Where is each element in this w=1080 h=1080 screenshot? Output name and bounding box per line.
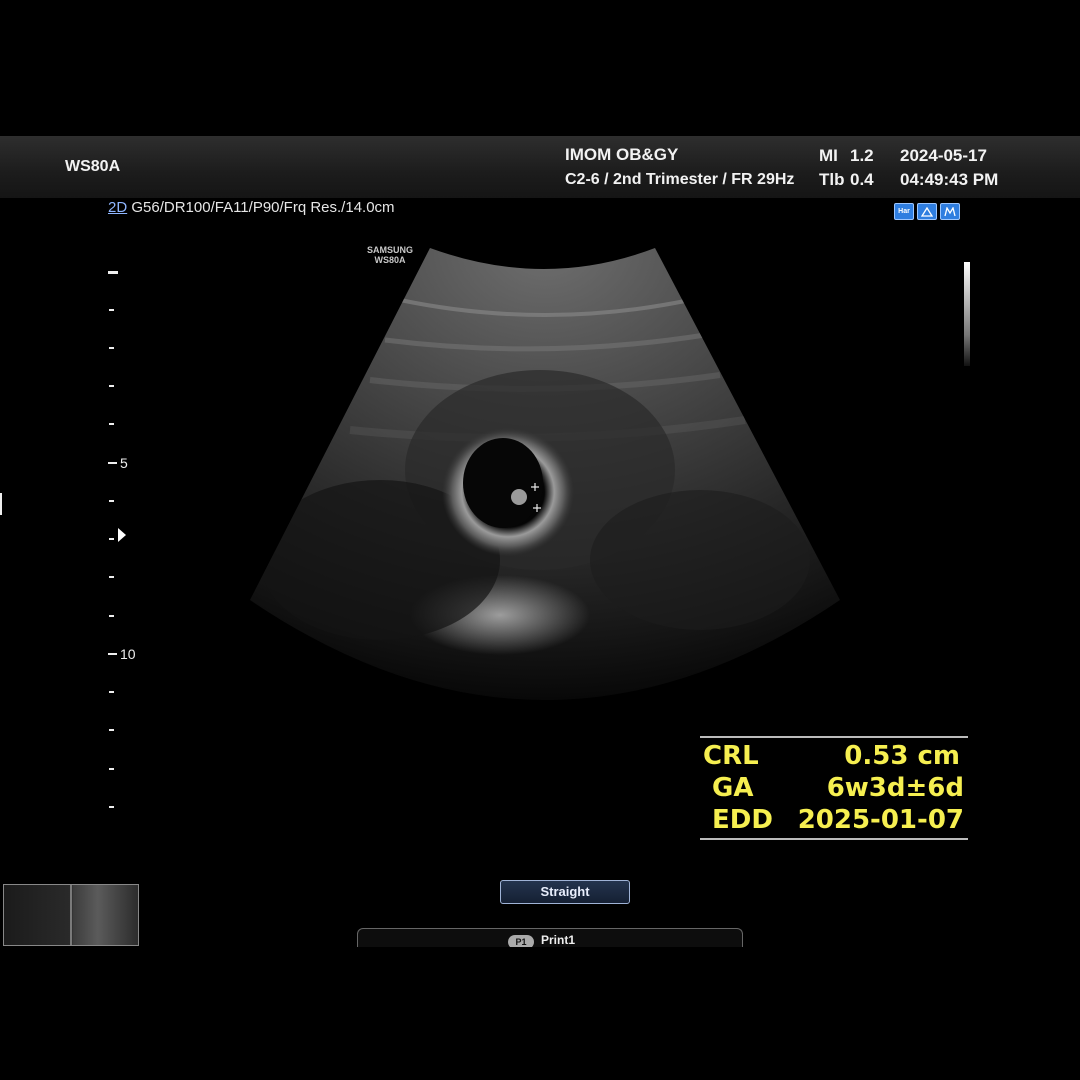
measurement-row-ga: GA 6w3d±6d [700, 773, 968, 805]
crl-value: 0.53 cm [844, 741, 960, 771]
measurement-row-edd: EDD 2025-01-07 [700, 805, 968, 837]
measurement-row-crl: CRL 0.53 cm [700, 741, 968, 773]
grayscale-bar [964, 262, 970, 366]
embryo-echo [511, 489, 527, 505]
edd-value: 2025-01-07 [797, 805, 964, 835]
ultrasound-image [250, 248, 840, 700]
edge-marker [0, 493, 2, 515]
depth-label-5: 5 [120, 455, 128, 471]
print-button[interactable]: Print1 [541, 933, 575, 947]
print-bar[interactable]: P1 Print1 [357, 928, 743, 947]
crl-label: CRL [703, 741, 759, 771]
measurement-results: CRL 0.53 cm GA 6w3d±6d EDD 2025-01-07 [700, 736, 968, 840]
image-thumbnail[interactable] [3, 884, 139, 946]
ultrasound-screen: WS80A IMOM OB&GY C2-6 / 2nd Trimester / … [0, 0, 1080, 1080]
straight-button[interactable]: Straight [500, 880, 630, 904]
focus-marker-icon[interactable] [118, 528, 126, 542]
edd-label: EDD [712, 805, 773, 835]
ga-value: 6w3d±6d [826, 773, 964, 803]
depth-label-10: 10 [120, 646, 136, 662]
print-badge: P1 [508, 935, 534, 947]
ga-label: GA [712, 773, 754, 803]
